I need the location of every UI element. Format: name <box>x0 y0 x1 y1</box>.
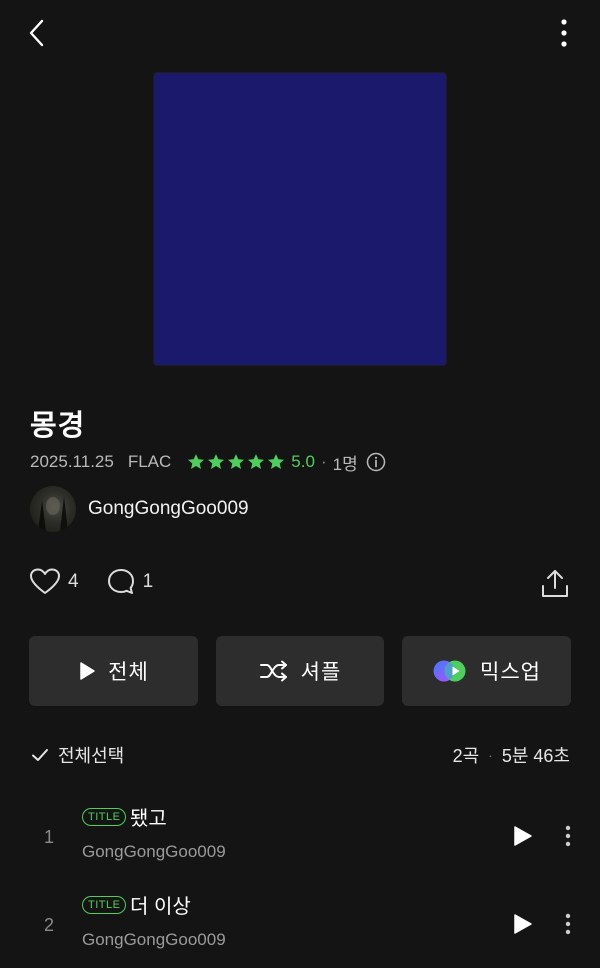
meta-separator: · <box>320 452 327 471</box>
star-icon <box>208 454 225 470</box>
mixup-icon <box>433 660 466 682</box>
rating-stars[interactable] <box>187 453 287 471</box>
play-icon[interactable] <box>510 824 534 848</box>
share-icon <box>542 570 568 597</box>
share-button[interactable] <box>540 569 570 599</box>
title-badge: TITLE <box>82 808 127 826</box>
audio-format: FLAC <box>127 452 172 471</box>
total-duration: 5분 46초 <box>501 746 570 766</box>
star-icon <box>188 454 205 470</box>
shuffle-label: 셔플 <box>300 661 342 684</box>
track-number: 2 <box>44 915 55 935</box>
artist-row[interactable]: GongGongGoo009 <box>30 486 249 532</box>
social-row: 4 1 <box>30 568 181 596</box>
more-vertical-icon <box>561 19 567 47</box>
star-icon <box>248 454 265 470</box>
title-badge: TITLE <box>82 896 127 914</box>
mixup-button[interactable]: 믹스업 <box>402 636 571 706</box>
more-vertical-icon[interactable] <box>558 824 578 848</box>
track-number: 1 <box>44 827 55 847</box>
select-all[interactable]: 전체선택 <box>30 742 124 768</box>
track-count: 2곡 <box>452 746 480 766</box>
back-button[interactable] <box>20 16 54 50</box>
track-artist: GongGongGoo009 <box>82 842 226 861</box>
play-all-label: 전체 <box>108 661 149 684</box>
play-all-button[interactable]: 전체 <box>29 636 198 706</box>
comment-count: 1 <box>142 571 154 592</box>
comment-icon[interactable] <box>107 568 135 596</box>
mixup-label: 믹스업 <box>480 661 541 684</box>
artist-avatar[interactable] <box>30 486 76 532</box>
track-title: 더 이상 <box>130 896 191 918</box>
more-options-button[interactable] <box>550 16 578 50</box>
rater-count: 1명 <box>332 454 358 474</box>
track-artist: GongGongGoo009 <box>82 930 226 949</box>
track-title: 됐고 <box>130 808 167 830</box>
track-row[interactable]: 2 TITLE 더 이상 GongGongGoo009 <box>0 888 600 968</box>
shuffle-button[interactable]: 셔플 <box>216 636 384 706</box>
tracklist-summary: 2곡 · 5분 46초 <box>453 742 570 768</box>
like-count: 4 <box>68 571 79 592</box>
back-icon <box>29 19 44 47</box>
rating-score: 5.0 <box>291 452 315 471</box>
heart-icon[interactable] <box>30 568 60 596</box>
info-icon[interactable] <box>366 452 386 472</box>
artist-name[interactable]: GongGongGoo009 <box>88 498 249 520</box>
check-icon <box>32 749 48 761</box>
release-date: 2025.11.25 <box>30 452 114 471</box>
album-meta: 2025.11.25 FLAC 5.0 · 1명 <box>30 450 386 474</box>
track-row[interactable]: 1 TITLE 됐고 GongGongGoo009 <box>0 800 600 880</box>
star-icon <box>268 454 285 470</box>
album-cover[interactable] <box>154 73 446 365</box>
shuffle-icon <box>259 660 287 682</box>
play-icon <box>80 662 95 680</box>
play-icon[interactable] <box>510 912 534 936</box>
album-title: 몽경 <box>30 410 86 442</box>
star-icon <box>228 454 245 470</box>
more-vertical-icon[interactable] <box>558 912 578 936</box>
select-all-label: 전체선택 <box>58 746 125 766</box>
